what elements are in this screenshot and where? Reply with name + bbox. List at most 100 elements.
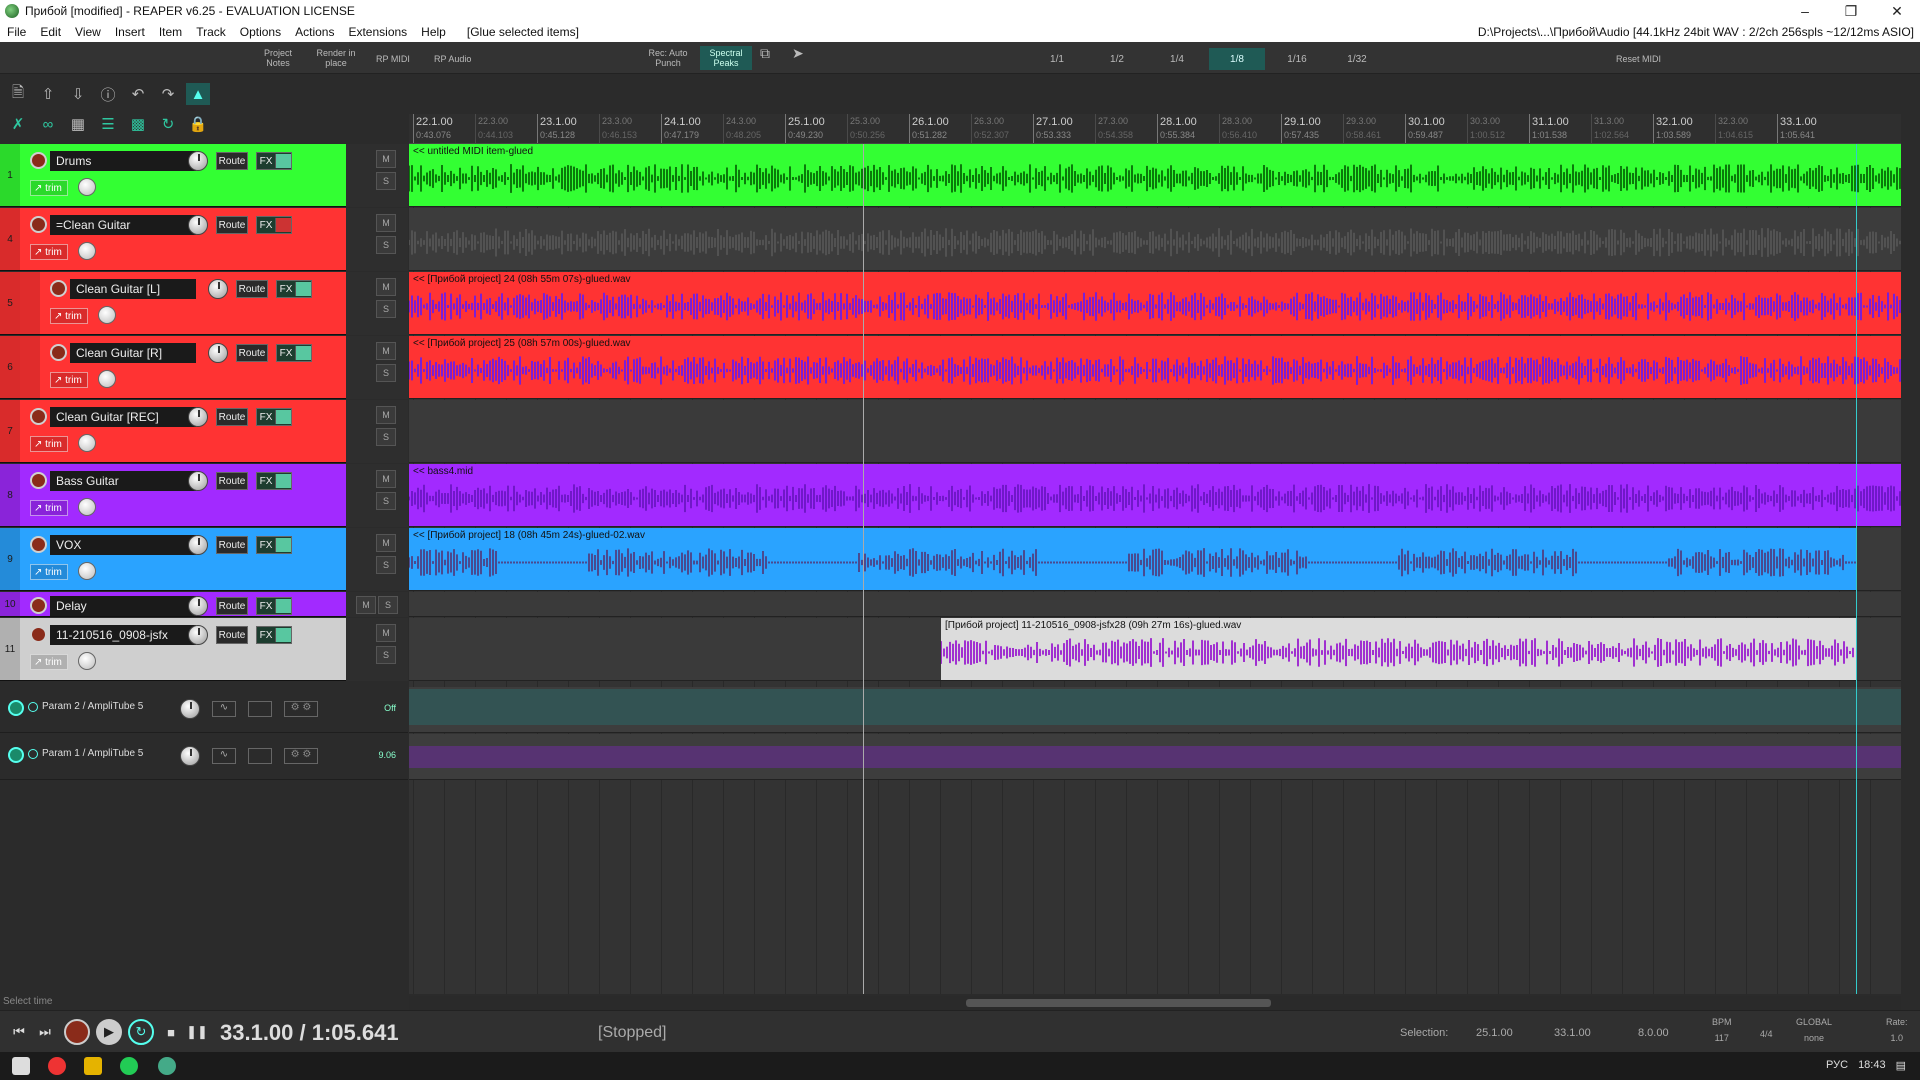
track-number[interactable]: 9: [0, 528, 20, 590]
notifications-icon[interactable]: ▤: [1896, 1059, 1906, 1072]
arrange-view[interactable]: << untitled MIDI item-glued << [Прибой pr…: [409, 144, 1901, 994]
envelope-shape-icon[interactable]: ∿: [212, 748, 236, 764]
render-in-place-button[interactable]: Render in place: [310, 48, 362, 68]
track-name[interactable]: 11-210516_0908-jsfx: [50, 625, 196, 645]
fx-bypass-icon[interactable]: [275, 628, 291, 642]
fx-bypass-icon[interactable]: [275, 410, 291, 424]
solo-button[interactable]: S: [376, 300, 396, 318]
pan-knob[interactable]: [78, 434, 96, 452]
item-grouping-icon[interactable]: ∞: [36, 113, 60, 135]
track-panel[interactable]: 6 Clean Guitar [R] Route FX ↗ trim: [0, 336, 346, 399]
envelope-panel[interactable]: Param 2 / AmpliTube 5 ∿ ⚙ ⚙ Off: [0, 687, 408, 733]
route-button[interactable]: Route: [216, 472, 248, 490]
envelope-curve-icon[interactable]: ➤: [792, 46, 804, 60]
track-number[interactable]: 6: [0, 336, 20, 398]
media-item[interactable]: << bass4.mid: [409, 464, 1901, 526]
mute-button[interactable]: M: [376, 214, 396, 232]
fx-button[interactable]: FX: [256, 408, 292, 426]
track-number[interactable]: 10: [0, 592, 20, 616]
mute-button[interactable]: M: [356, 596, 376, 614]
route-button[interactable]: Route: [216, 597, 248, 615]
solo-button[interactable]: S: [376, 236, 396, 254]
track-number[interactable]: 11: [0, 618, 20, 680]
trim-automation-button[interactable]: ↗ trim: [50, 372, 88, 388]
envelope-panel[interactable]: Param 1 / AmpliTube 5 ∿ ⚙ ⚙ 9.06: [0, 734, 408, 780]
track-name[interactable]: VOX: [50, 535, 196, 555]
menu-insert[interactable]: Insert: [108, 25, 152, 39]
track-name[interactable]: Drums: [50, 151, 196, 171]
track-panel[interactable]: 5 Clean Guitar [L] Route FX ↗ trim: [0, 272, 346, 335]
volume-knob[interactable]: [188, 596, 208, 616]
media-item[interactable]: << untitled MIDI item-glued: [409, 144, 1901, 206]
track-lane[interactable]: [409, 400, 1901, 463]
envelope-tool-icon[interactable]: ⧉: [760, 46, 770, 60]
route-button[interactable]: Route: [216, 408, 248, 426]
grid-1-2-button[interactable]: 1/2: [1089, 48, 1145, 70]
selection-length[interactable]: 8.0.00: [1638, 1027, 1669, 1039]
pan-knob[interactable]: [78, 498, 96, 516]
record-button[interactable]: [64, 1019, 90, 1045]
grid-1-16-button[interactable]: 1/16: [1269, 48, 1325, 70]
timeline-ruler[interactable]: 21.3.000:42.05122.1.000:43.07622.3.000:4…: [409, 114, 1901, 144]
route-button[interactable]: Route: [236, 344, 268, 362]
record-arm-button[interactable]: [50, 280, 67, 297]
play-button[interactable]: ▶: [96, 1019, 122, 1045]
volume-knob[interactable]: [188, 215, 208, 235]
trim-automation-button[interactable]: ↗ trim: [50, 308, 88, 324]
menu-help[interactable]: Help: [414, 25, 453, 39]
route-button[interactable]: Route: [216, 536, 248, 554]
solo-button[interactable]: S: [376, 556, 396, 574]
language-indicator[interactable]: РУС: [1826, 1059, 1848, 1072]
spectral-peaks-button[interactable]: Spectral Peaks: [700, 46, 752, 70]
scrollbar-thumb[interactable]: [966, 999, 1271, 1007]
menu-extensions[interactable]: Extensions: [341, 25, 414, 39]
menu-track[interactable]: Track: [189, 25, 233, 39]
grid-1-8-button[interactable]: 1/8: [1209, 48, 1265, 70]
envelope-active-icon[interactable]: [8, 747, 24, 763]
envelope-lane[interactable]: [409, 734, 1901, 780]
track-panel[interactable]: 8 Bass Guitar Route FX ↗ trim: [0, 464, 346, 527]
volume-knob[interactable]: [208, 279, 228, 299]
fx-button[interactable]: FX: [256, 152, 292, 170]
pan-knob[interactable]: [98, 370, 116, 388]
record-arm-button[interactable]: [50, 344, 67, 361]
track-number[interactable]: 8: [0, 464, 20, 526]
fx-button[interactable]: FX: [276, 344, 312, 362]
global-automation[interactable]: GLOBAL none: [1796, 1017, 1832, 1043]
mute-button[interactable]: M: [376, 624, 396, 642]
track-name[interactable]: Clean Guitar [R]: [70, 343, 196, 363]
trim-automation-button[interactable]: ↗ trim: [30, 564, 68, 580]
pan-knob[interactable]: [78, 242, 96, 260]
grid-1-32-button[interactable]: 1/32: [1329, 48, 1385, 70]
auto-crossfade-icon[interactable]: ✗: [6, 113, 30, 135]
track-name[interactable]: Clean Guitar [L]: [70, 279, 196, 299]
volume-knob[interactable]: [188, 407, 208, 427]
grid-1-4-button[interactable]: 1/4: [1149, 48, 1205, 70]
envelope-shape-icon[interactable]: ∿: [212, 701, 236, 717]
solo-button[interactable]: S: [376, 428, 396, 446]
ripple-edit-icon[interactable]: ☰: [96, 113, 120, 135]
mute-button[interactable]: M: [376, 470, 396, 488]
playrate[interactable]: Rate: 1.0: [1886, 1017, 1908, 1043]
mute-button[interactable]: M: [376, 342, 396, 360]
track-panel[interactable]: 10 Delay Route FX: [0, 592, 346, 617]
trim-automation-button[interactable]: ↗ trim: [30, 244, 68, 260]
record-arm-button[interactable]: [30, 216, 47, 233]
restore-icon[interactable]: ❐: [1828, 3, 1874, 20]
envelope-settings-icon[interactable]: ⚙ ⚙: [284, 748, 318, 764]
rp-midi-button[interactable]: RP MIDI: [376, 54, 410, 64]
project-notes-button[interactable]: Project Notes: [256, 48, 300, 68]
track-panel[interactable]: 11 11-210516_0908-jsfx Route FX ↗ trim: [0, 618, 346, 681]
metronome-icon[interactable]: ▲: [186, 83, 210, 105]
repeat-button[interactable]: ↻: [128, 1019, 154, 1045]
trim-automation-button[interactable]: ↗ trim: [30, 436, 68, 452]
menu-view[interactable]: View: [68, 25, 108, 39]
whatsapp-icon[interactable]: [120, 1057, 138, 1075]
fx-bypass-icon[interactable]: [295, 282, 311, 296]
envelope-value-knob[interactable]: [180, 699, 200, 719]
route-button[interactable]: Route: [216, 216, 248, 234]
fx-bypass-icon[interactable]: [295, 346, 311, 360]
solo-button[interactable]: S: [376, 364, 396, 382]
fx-bypass-icon[interactable]: [275, 599, 291, 613]
envelope-active-icon[interactable]: [8, 700, 24, 716]
